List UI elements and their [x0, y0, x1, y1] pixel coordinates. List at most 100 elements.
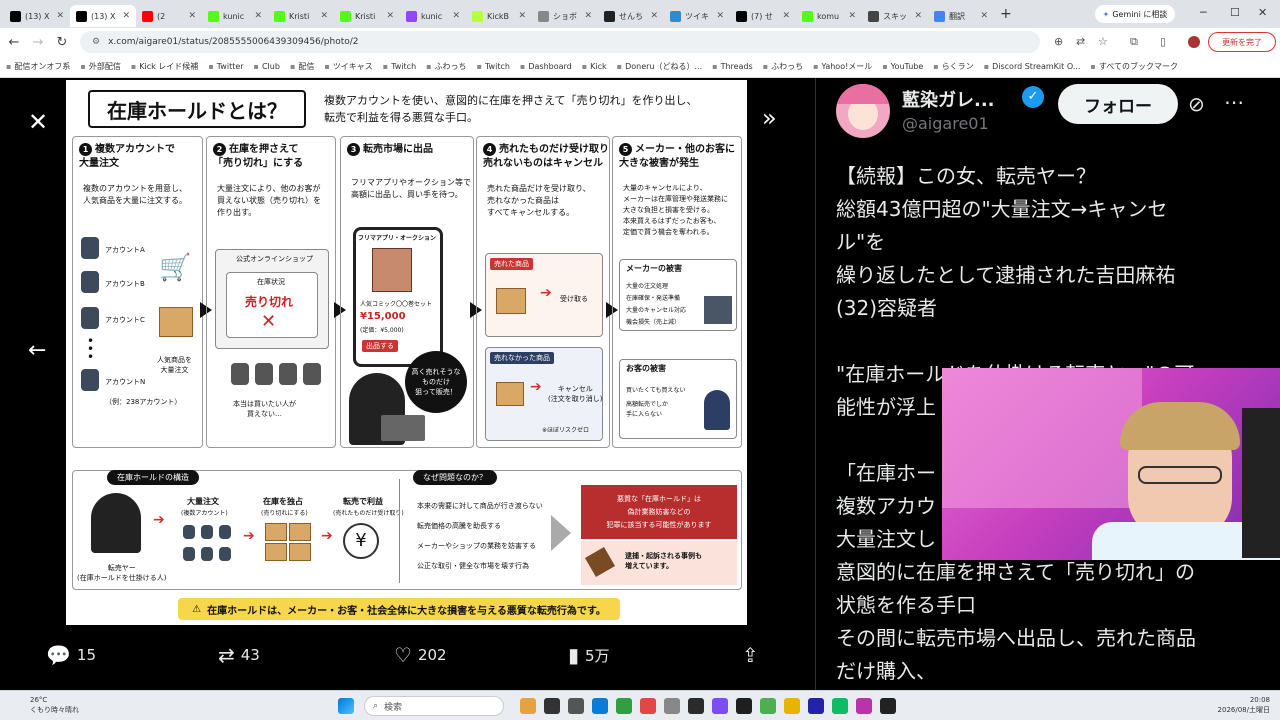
tab-6[interactable]: kunic ✕ — [400, 5, 466, 27]
previous-photo-icon[interactable]: ← — [28, 338, 46, 363]
line-icon[interactable] — [760, 698, 776, 714]
bookmark-item[interactable]: ▪ 配信オンオフ系 — [6, 61, 70, 72]
tab-3[interactable]: kunic ✕ — [202, 5, 268, 27]
display-name[interactable]: 藍染ガレ... — [902, 86, 995, 112]
close-tab-icon[interactable]: ✕ — [782, 11, 790, 21]
tab-13[interactable]: スキッ ✕ — [862, 5, 928, 27]
bookmark-item[interactable]: ▪ YouTube — [882, 62, 923, 71]
close-tab-icon[interactable]: ✕ — [518, 11, 526, 21]
app-icon[interactable] — [856, 698, 872, 714]
close-icon[interactable]: ✕ — [28, 108, 48, 136]
bookmark-item[interactable]: ▪ Yahoo!メール — [813, 61, 872, 72]
close-tab-icon[interactable]: ✕ — [848, 11, 856, 21]
like-button[interactable]: ♡ 202 — [394, 643, 447, 667]
gemini-button[interactable]: ✦ Gemini に相談 — [1095, 5, 1175, 23]
widgets-icon[interactable] — [520, 698, 536, 714]
bookmark-item[interactable]: ▪ ツイキャス — [324, 61, 372, 72]
tab-9[interactable]: せんち ✕ — [598, 5, 664, 27]
close-tab-icon[interactable]: ✕ — [980, 11, 988, 21]
close-tab-icon[interactable]: ✕ — [56, 11, 64, 21]
minimize-icon[interactable]: ─ — [1200, 6, 1207, 19]
site-info-icon[interactable]: ⚙ — [92, 37, 100, 47]
bookmark-item[interactable]: ▪ ふわっち — [763, 61, 803, 72]
close-tab-icon[interactable]: ✕ — [254, 11, 262, 21]
bookmark-item[interactable]: ▪ Dashboard — [520, 62, 572, 71]
close-tab-icon[interactable]: ✕ — [716, 11, 724, 21]
folder-icon[interactable] — [664, 698, 680, 714]
bookmark-item[interactable]: ▪ 配信 — [290, 61, 314, 72]
tab-5[interactable]: Kristi ✕ — [334, 5, 400, 27]
close-tab-icon[interactable]: ✕ — [122, 11, 130, 21]
tab-4[interactable]: Kristi ✕ — [268, 5, 334, 27]
bookmark-item[interactable]: ▪ Twitter — [208, 62, 243, 71]
username-handle[interactable]: @aigare01 — [902, 114, 989, 133]
expand-sidebar-icon[interactable]: » — [762, 104, 777, 132]
bookmark-item[interactable]: ▪ Doneru（どねる）... — [617, 61, 702, 72]
bookmark-item[interactable]: ▪ Kick レイド候補 — [131, 61, 198, 72]
bookmark-item[interactable]: ▪ ふわっち — [426, 61, 466, 72]
clock[interactable]: 20:08 2026/08/土曜日 — [1218, 695, 1270, 715]
close-tab-icon[interactable]: ✕ — [650, 11, 658, 21]
task-view-icon[interactable] — [544, 698, 560, 714]
app-icon[interactable] — [808, 698, 824, 714]
bookmark-item[interactable]: ▪ らくラン — [933, 61, 973, 72]
maximize-icon[interactable]: ☐ — [1230, 6, 1240, 19]
weather-widget[interactable]: 26°C くもり時々晴れ — [30, 695, 79, 715]
terminal-icon[interactable] — [880, 698, 896, 714]
grok-icon[interactable]: ⊘ — [1188, 92, 1205, 116]
tab-8[interactable]: ショボ ✕ — [532, 5, 598, 27]
repost-button[interactable]: ⇄ 43 — [218, 643, 260, 667]
file-explorer-icon[interactable] — [568, 698, 584, 714]
bookmark-item[interactable]: ▪ Twitch — [383, 62, 416, 71]
extensions-icon[interactable]: ⧉ — [1130, 35, 1138, 49]
more-options-icon[interactable]: ⋯ — [1224, 90, 1244, 114]
tab-12[interactable]: komu ✕ — [796, 5, 862, 27]
close-window-icon[interactable]: ✕ — [1258, 6, 1267, 19]
sidepanel-icon[interactable]: ▯ — [1160, 35, 1166, 48]
taskbar-search[interactable]: ⌕ 検索 — [364, 696, 504, 716]
tab-14[interactable]: 翻訳 ✕ — [928, 5, 994, 27]
url-field[interactable]: ⚙ x.com/aigare01/status/20855550064393094… — [80, 31, 1040, 53]
bookmark-item[interactable]: ▪ Threads — [712, 62, 753, 71]
reload-icon[interactable]: ↻ — [50, 35, 74, 50]
tab-11[interactable]: (7) せ ✕ — [730, 5, 796, 27]
start-icon[interactable] — [338, 698, 354, 714]
bookmark-item[interactable]: ▪ Twitch — [477, 62, 510, 71]
tab-2[interactable]: (2 ✕ — [136, 5, 202, 27]
bookmark-star-icon[interactable]: ☆ — [1098, 35, 1108, 48]
forward-icon[interactable]: → — [26, 35, 50, 50]
avatar[interactable] — [836, 84, 890, 138]
app-icon[interactable] — [832, 698, 848, 714]
app-icon[interactable] — [688, 698, 704, 714]
views-button[interactable]: ▮ 5万 — [568, 643, 610, 667]
tab-7[interactable]: KickB ✕ — [466, 5, 532, 27]
bookmark-item[interactable]: ▪ 外部配信 — [80, 61, 120, 72]
app-icon[interactable] — [784, 698, 800, 714]
close-tab-icon[interactable]: ✕ — [386, 11, 394, 21]
bookmark-item[interactable]: ▪ Discord StreamKit O... — [984, 62, 1081, 71]
edge-icon[interactable] — [592, 698, 608, 714]
bookmark-item[interactable]: ▪ すべてのブックマーク — [1090, 61, 1178, 72]
bookmark-item[interactable]: ▪ Club — [254, 62, 280, 71]
back-icon[interactable]: ← — [2, 35, 26, 50]
obs-icon[interactable] — [736, 698, 752, 714]
close-tab-icon[interactable]: ✕ — [188, 11, 196, 21]
share-button[interactable]: ⇪ — [742, 643, 759, 667]
close-tab-icon[interactable]: ✕ — [452, 11, 460, 21]
zoom-icon[interactable]: ⊕ — [1054, 35, 1063, 48]
translate-icon[interactable]: ⇄ — [1076, 35, 1085, 48]
tab-10[interactable]: ツイキ ✕ — [664, 5, 730, 27]
tab-0[interactable]: (13) X ✕ — [4, 5, 70, 27]
close-tab-icon[interactable]: ✕ — [320, 11, 328, 21]
discord-icon[interactable] — [712, 698, 728, 714]
reply-button[interactable]: 💬 15 — [46, 643, 96, 667]
opera-icon[interactable] — [640, 698, 656, 714]
profile-avatar[interactable] — [1188, 36, 1200, 48]
close-tab-icon[interactable]: ✕ — [584, 11, 592, 21]
tab-1[interactable]: (13) X ✕ — [70, 5, 136, 27]
bookmark-item[interactable]: ▪ Kick — [582, 62, 607, 71]
update-button[interactable]: 更新を完了 — [1208, 32, 1276, 52]
chrome-icon[interactable] — [616, 698, 632, 714]
close-tab-icon[interactable]: ✕ — [914, 11, 922, 21]
new-tab-button[interactable]: + — [1000, 6, 1012, 22]
